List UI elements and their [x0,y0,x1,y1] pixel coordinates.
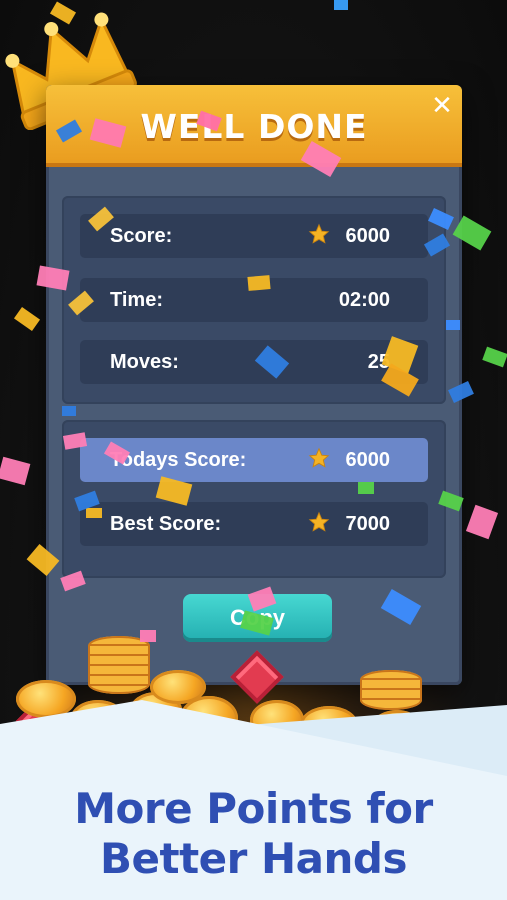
confetti-piece [247,275,271,291]
score-value: 6000 [345,225,391,247]
confetti-piece [86,508,102,518]
confetti-piece [334,0,348,10]
star-icon [308,447,330,468]
confetti-piece [36,265,70,291]
confetti-piece [482,346,507,368]
score-label: Score: [110,225,173,247]
time-label: Time: [110,289,163,311]
coin-stack [360,670,422,710]
close-button[interactable]: ✕ [429,93,455,119]
star-icon [308,223,330,244]
best-score-value: 7000 [345,513,391,535]
time-value: 02:00 [338,289,390,311]
confetti-piece [446,320,460,330]
moves-label: Moves: [110,351,179,373]
todays-score-row: Todays Score: 6000 [80,438,428,482]
todays-score-value: 6000 [345,449,391,471]
coin [16,680,76,718]
tagline-line-2: Better Hands [100,834,407,883]
close-icon: ✕ [431,91,453,121]
confetti-piece [13,306,41,332]
coin-stack [88,636,150,694]
tagline-line-1: More Points for [74,784,433,833]
todays-score-label: Todays Score: [110,449,247,471]
star-icon [308,511,330,532]
best-score-label: Best Score: [110,513,222,535]
confetti-piece [140,630,156,642]
confetti-piece [465,504,499,540]
game-scene: WELL DONE ✕ Score: 6000 Time: 02:00 Move… [0,0,507,900]
score-row: Score: 6000 [80,214,428,258]
confetti-piece [0,456,31,486]
coin [150,670,206,704]
confetti-piece [358,482,374,494]
confetti-piece [62,406,76,416]
best-score-row: Best Score: 7000 [80,502,428,546]
moves-row: Moves: 25 [80,340,428,384]
